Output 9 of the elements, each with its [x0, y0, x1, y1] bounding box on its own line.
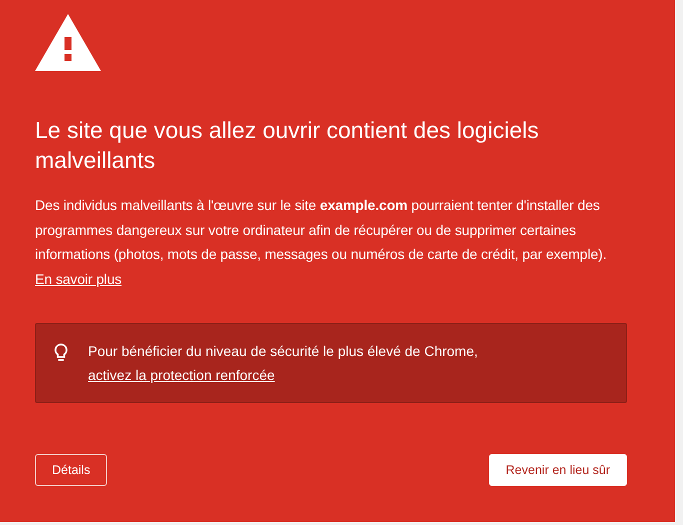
lightbulb-icon: [52, 343, 70, 363]
callout-text: Pour bénéficier du niveau de sécurité le plus élevé de Chrome, activez la protection renforcée: [88, 342, 479, 385]
back-to-safety-button[interactable]: Revenir en lieu sûr: [488, 454, 627, 486]
warning-icon: [35, 14, 101, 71]
enhanced-protection-link[interactable]: activez la protection renforcée: [88, 367, 275, 383]
page-heading: Le site que vous allez ouvrir contient des logiciels malveillants: [35, 116, 540, 175]
warning-description: Des individus malveillants à l'œuvre sur le site example.com pourraient tenter d'installer des programmes dangereux sur votre ordinateur afin de récupérer ou de supprimer certaines informations (photos, mots de passe, messages ou numéros de carte de crédit, par exemple). En savoir plus: [35, 196, 608, 289]
learn-more-link[interactable]: En savoir plus: [35, 270, 122, 286]
details-button[interactable]: Détails: [35, 454, 108, 486]
